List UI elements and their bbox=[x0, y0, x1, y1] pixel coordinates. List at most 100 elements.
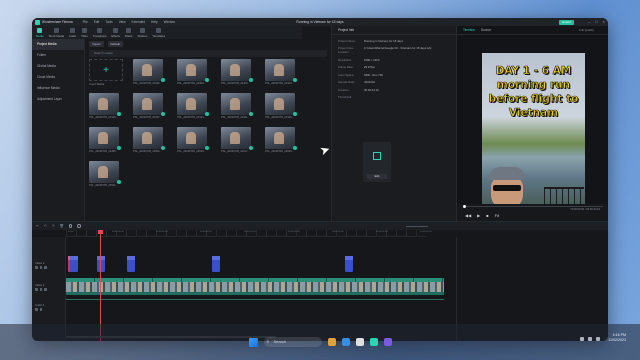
media-item[interactable]: PXL_20230705_22449... bbox=[265, 93, 299, 119]
eye-icon[interactable] bbox=[39, 288, 42, 291]
media-item[interactable]: PXL_20230705_22510... bbox=[177, 127, 211, 153]
menu-view[interactable]: View bbox=[119, 20, 126, 24]
volume-icon[interactable] bbox=[588, 337, 592, 341]
title-clip[interactable] bbox=[70, 256, 78, 272]
tool-templates[interactable]: Templates bbox=[152, 28, 165, 39]
marker-icon[interactable] bbox=[77, 224, 81, 228]
media-item[interactable]: PXL_20230705_22531... bbox=[89, 161, 123, 187]
stop-icon[interactable]: ■ bbox=[486, 213, 488, 218]
time-ruler[interactable]: 00:00 00:00:05:00 00:00:10:00 00:00:15:00 00… bbox=[66, 230, 432, 237]
title-clip[interactable] bbox=[212, 256, 220, 272]
media-thumbnail bbox=[133, 59, 165, 82]
file-explorer-icon[interactable] bbox=[327, 338, 336, 346]
tab-timeline[interactable]: Timeline bbox=[463, 28, 475, 32]
zoom-fit[interactable]: Fit bbox=[495, 213, 499, 218]
import-dropdown[interactable]: Import bbox=[89, 41, 104, 47]
mute-icon[interactable] bbox=[44, 288, 47, 291]
close-icon[interactable]: × bbox=[603, 19, 605, 24]
media-item[interactable]: PXL_20230705_22434... bbox=[177, 93, 211, 119]
media-thumbnail bbox=[177, 59, 209, 82]
media-item[interactable]: PXL_20230705_22413... bbox=[265, 59, 299, 85]
media-thumbnail bbox=[133, 93, 165, 116]
media-item[interactable]: PXL_20230705_22455... bbox=[89, 127, 123, 153]
tab-source[interactable]: Source bbox=[481, 28, 491, 32]
tool-audio[interactable]: Audio bbox=[69, 28, 76, 39]
mute-icon[interactable] bbox=[39, 308, 42, 311]
media-item[interactable]: PXL_20230705_22441... bbox=[221, 93, 255, 119]
tool-titles[interactable]: Titles bbox=[81, 28, 88, 39]
import-media-button[interactable]: + bbox=[89, 59, 123, 81]
tool-media[interactable]: Media bbox=[36, 28, 44, 39]
battery-icon[interactable] bbox=[596, 337, 600, 341]
check-icon bbox=[117, 180, 121, 184]
media-filename: PXL_20230705_22403... bbox=[221, 82, 250, 85]
lock-icon[interactable] bbox=[35, 288, 38, 291]
media-item[interactable]: PXL_20230705_22418... bbox=[89, 93, 123, 119]
ruler-tick: 00:00:05:00 bbox=[112, 231, 124, 233]
sidebar-item-folder[interactable]: Folder bbox=[32, 50, 84, 61]
export-button[interactable]: Export bbox=[559, 19, 574, 25]
undo-icon[interactable]: ↶ bbox=[44, 224, 47, 228]
sort-default-dropdown[interactable]: Default bbox=[107, 41, 124, 47]
media-item[interactable]: PXL_20230705_22403... bbox=[221, 59, 255, 85]
media-item[interactable]: PXL_20230705_22392... bbox=[133, 59, 167, 85]
video-clip-track[interactable] bbox=[66, 278, 444, 295]
taskbar-clock[interactable]: 4:16 PM 11/02/2023 bbox=[608, 333, 626, 343]
media-item[interactable]: PXL_20230705_22400... bbox=[177, 59, 211, 85]
audio-track[interactable] bbox=[66, 299, 444, 300]
media-item[interactable]: PXL_20230705_22517... bbox=[221, 127, 255, 153]
redo-icon[interactable]: ↷ bbox=[52, 224, 55, 228]
tool-filters[interactable]: Filters bbox=[125, 28, 132, 39]
app-icon[interactable] bbox=[383, 338, 392, 346]
thumbnail-edit-button[interactable]: Edit bbox=[367, 174, 387, 179]
maximize-icon[interactable]: □ bbox=[595, 19, 597, 24]
wifi-icon[interactable] bbox=[580, 337, 584, 341]
lock-icon[interactable] bbox=[35, 308, 38, 311]
sidebar-item-global-media[interactable]: Global Media bbox=[32, 61, 84, 72]
taskbar-search[interactable]: Search bbox=[263, 337, 322, 347]
tool-stock-media[interactable]: Stock Media bbox=[49, 28, 64, 39]
sidebar-item-cloud-media[interactable]: Cloud Media bbox=[32, 72, 84, 83]
play-icon[interactable]: ▶ bbox=[477, 213, 480, 218]
minimize-icon[interactable]: – bbox=[588, 19, 590, 24]
title-clip[interactable] bbox=[97, 256, 105, 272]
windows-start-icon[interactable] bbox=[248, 337, 258, 347]
info-row: Resolution: 1080 x 1920 bbox=[338, 58, 456, 62]
import-media-label: Import Media bbox=[89, 83, 105, 86]
filmora-taskbar-icon[interactable] bbox=[369, 338, 378, 346]
delete-icon[interactable]: 🗑 bbox=[60, 224, 64, 228]
menu-tools[interactable]: Tools bbox=[105, 20, 112, 24]
title-clip[interactable] bbox=[345, 256, 353, 272]
media-item[interactable]: PXL_20230705_22427... bbox=[133, 93, 167, 119]
media-item[interactable]: PXL_20230705_22523... bbox=[265, 127, 299, 153]
chrome-icon[interactable] bbox=[355, 338, 364, 346]
menu-window[interactable]: Window bbox=[164, 20, 175, 24]
mute-icon[interactable] bbox=[44, 266, 47, 269]
media-item[interactable]: PXL_20230705_22502... bbox=[133, 127, 167, 153]
quality-dropdown[interactable]: Full Quality bbox=[579, 28, 594, 32]
edge-icon[interactable] bbox=[341, 338, 350, 346]
filters-icon bbox=[126, 28, 132, 33]
menu-file[interactable]: File bbox=[83, 20, 88, 24]
prev-frame-icon[interactable]: ◀◀ bbox=[465, 213, 471, 218]
menu-edit[interactable]: Edit bbox=[94, 20, 100, 24]
menu-help[interactable]: Help bbox=[151, 20, 158, 24]
sidebar-item-adjustment-layer[interactable]: Adjustment Layer bbox=[32, 94, 84, 105]
lock-icon[interactable] bbox=[35, 266, 38, 269]
sidebar-item-project-media[interactable]: Project Media bbox=[32, 39, 84, 50]
timeline-zoom-slider[interactable] bbox=[406, 225, 428, 227]
title-clip[interactable] bbox=[127, 256, 135, 272]
preview-canvas[interactable]: DAY 1 - 6 AM morning run before flight t… bbox=[482, 53, 585, 221]
info-value bbox=[364, 95, 444, 99]
record-icon[interactable] bbox=[68, 224, 73, 228]
eye-icon[interactable] bbox=[39, 266, 42, 269]
tool-effects[interactable]: Effects bbox=[111, 28, 120, 39]
tool-transitions[interactable]: Transitions bbox=[93, 28, 106, 39]
stock-media-icon bbox=[53, 28, 59, 33]
split-icon[interactable]: ✂ bbox=[36, 224, 39, 228]
tool-stickers[interactable]: Stickers bbox=[137, 28, 147, 39]
player-scrubber[interactable] bbox=[463, 205, 603, 208]
media-search-input[interactable]: Search media bbox=[89, 50, 327, 57]
menu-extended[interactable]: Extended bbox=[132, 20, 145, 24]
sidebar-item-influence-media[interactable]: Influence Media bbox=[32, 83, 84, 94]
